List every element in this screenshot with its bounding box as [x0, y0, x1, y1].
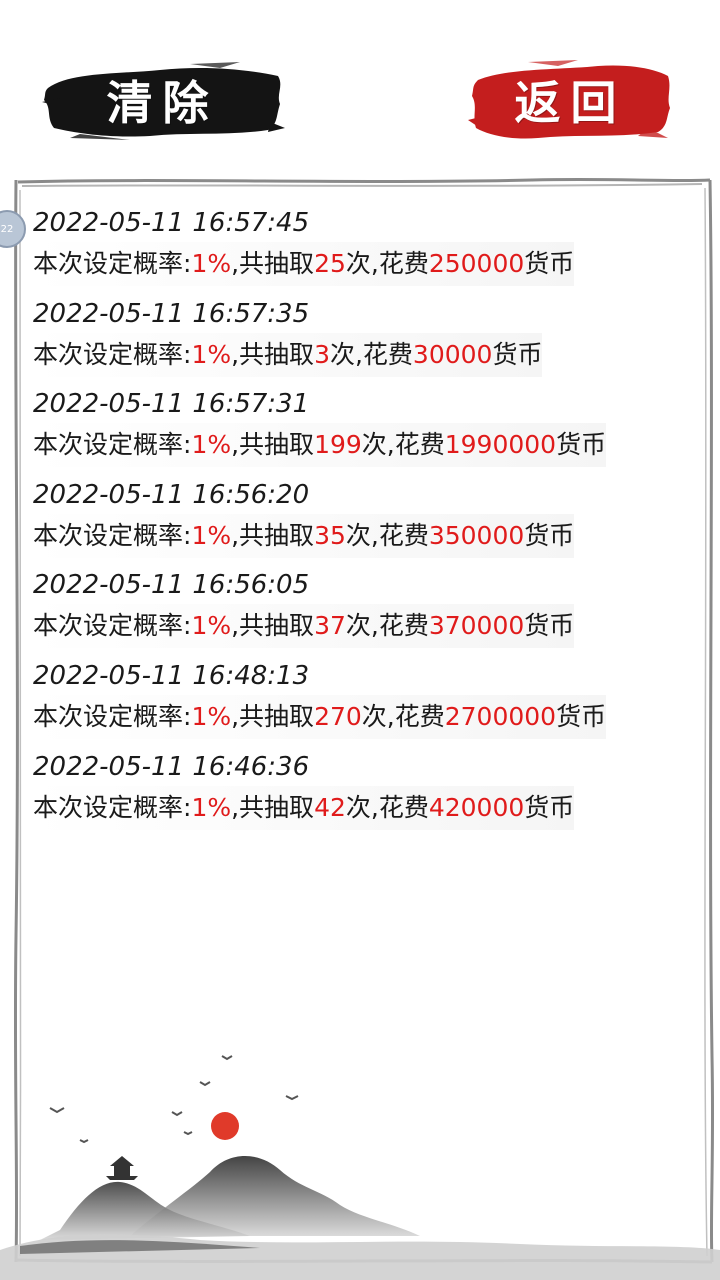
record-time: 2022-05-11 16:57:35 — [33, 298, 310, 329]
record-item: 2022-05-11 16:56:20 本次设定概率:1%,共抽取35次,花费3… — [33, 476, 693, 567]
back-button[interactable]: 返回 — [468, 58, 673, 142]
record-text: 本次设定概率: — [33, 339, 192, 369]
record-count: 35 — [314, 520, 346, 550]
record-text: 次,花费 — [345, 520, 429, 550]
record-time: 2022-05-11 16:56:20 — [33, 479, 310, 510]
record-cost: 370000 — [428, 611, 525, 641]
record-text: 货币 — [524, 249, 575, 278]
record-text: 本次设定概率: — [33, 249, 192, 278]
record-text: 次,花费 — [329, 339, 413, 369]
record-text: 次,花费 — [345, 249, 429, 278]
record-count: 199 — [314, 430, 362, 460]
record-text: 次,花费 — [345, 611, 429, 641]
record-rate: 1% — [191, 249, 232, 278]
record-text: ,共抽取 — [231, 249, 315, 278]
record-text: 次,花费 — [361, 701, 445, 731]
record-item: 2022-05-11 16:48:13 本次设定概率:1%,共抽取270次,花费… — [33, 657, 693, 748]
record-time: 2022-05-11 16:48:13 — [33, 660, 310, 691]
ink-landscape-icon — [0, 1055, 720, 1280]
record-time: 2022-05-11 16:57:45 — [33, 208, 310, 238]
clear-button-label: 清除 — [106, 76, 219, 130]
record-desc: 本次设定概率:1%,共抽取42次,花费420000货币 — [33, 785, 575, 830]
record-item: 2022-05-11 16:57:31 本次设定概率:1%,共抽取199次,花费… — [33, 385, 693, 476]
record-text: ,共抽取 — [231, 701, 315, 731]
record-text: 货币 — [524, 611, 575, 641]
record-text: 次,花费 — [345, 792, 429, 822]
record-text: 货币 — [524, 520, 575, 550]
record-text: ,共抽取 — [231, 611, 315, 641]
record-cost: 350000 — [428, 520, 525, 550]
record-rate: 1% — [191, 792, 232, 822]
record-count: 3 — [314, 339, 330, 369]
record-text: 货币 — [524, 792, 575, 822]
record-time: 2022-05-11 16:46:36 — [33, 751, 310, 782]
record-rate: 1% — [191, 520, 232, 550]
record-desc: 本次设定概率:1%,共抽取199次,花费1990000货币 — [33, 423, 607, 468]
records-list: 2022-05-11 16:57:45 本次设定概率:1%,共抽取25次,花费2… — [33, 204, 693, 838]
record-cost: 420000 — [428, 792, 525, 822]
record-desc: 本次设定概率:1%,共抽取3次,花费30000货币 — [33, 332, 543, 377]
clear-button[interactable]: 清除 — [40, 58, 285, 142]
record-rate: 1% — [191, 430, 232, 460]
record-text: 本次设定概率: — [33, 792, 192, 822]
record-desc: 本次设定概率:1%,共抽取25次,花费250000货币 — [33, 242, 575, 286]
record-time: 2022-05-11 16:57:31 — [33, 389, 310, 420]
record-text: ,共抽取 — [231, 520, 315, 550]
record-text: ,共抽取 — [231, 430, 315, 460]
record-text: 货币 — [492, 339, 543, 369]
record-rate: 1% — [191, 611, 232, 641]
record-text: 本次设定概率: — [33, 701, 192, 731]
record-count: 25 — [314, 249, 346, 278]
record-count: 37 — [314, 611, 346, 641]
record-item: 2022-05-11 16:57:35 本次设定概率:1%,共抽取3次,花费30… — [33, 295, 693, 386]
record-count: 270 — [314, 701, 362, 731]
back-button-label: 返回 — [514, 76, 627, 130]
record-text: 本次设定概率: — [33, 611, 192, 641]
record-desc: 本次设定概率:1%,共抽取35次,花费350000货币 — [33, 513, 575, 558]
record-desc: 本次设定概率:1%,共抽取37次,花费370000货币 — [33, 604, 575, 649]
record-text: ,共抽取 — [231, 792, 315, 822]
record-rate: 1% — [191, 701, 232, 731]
record-rate: 1% — [191, 339, 232, 369]
record-desc: 本次设定概率:1%,共抽取270次,花费2700000货币 — [33, 694, 607, 739]
record-text: ,共抽取 — [231, 339, 315, 369]
record-cost: 1990000 — [444, 430, 557, 460]
record-text: 货币 — [556, 430, 607, 460]
record-time: 2022-05-11 16:56:05 — [33, 570, 310, 601]
record-cost: 250000 — [428, 249, 525, 278]
record-text: 次,花费 — [361, 430, 445, 460]
side-float-label: 22 — [0, 223, 14, 235]
record-cost: 2700000 — [444, 701, 557, 731]
record-item: 2022-05-11 16:56:05 本次设定概率:1%,共抽取37次,花费3… — [33, 566, 693, 657]
record-text: 货币 — [556, 701, 607, 731]
record-cost: 30000 — [412, 339, 493, 369]
record-text: 本次设定概率: — [33, 430, 192, 460]
record-item: 2022-05-11 16:46:36 本次设定概率:1%,共抽取42次,花费4… — [33, 748, 693, 839]
record-text: 本次设定概率: — [33, 520, 192, 550]
record-count: 42 — [314, 792, 346, 822]
record-item: 2022-05-11 16:57:45 本次设定概率:1%,共抽取25次,花费2… — [33, 204, 693, 295]
